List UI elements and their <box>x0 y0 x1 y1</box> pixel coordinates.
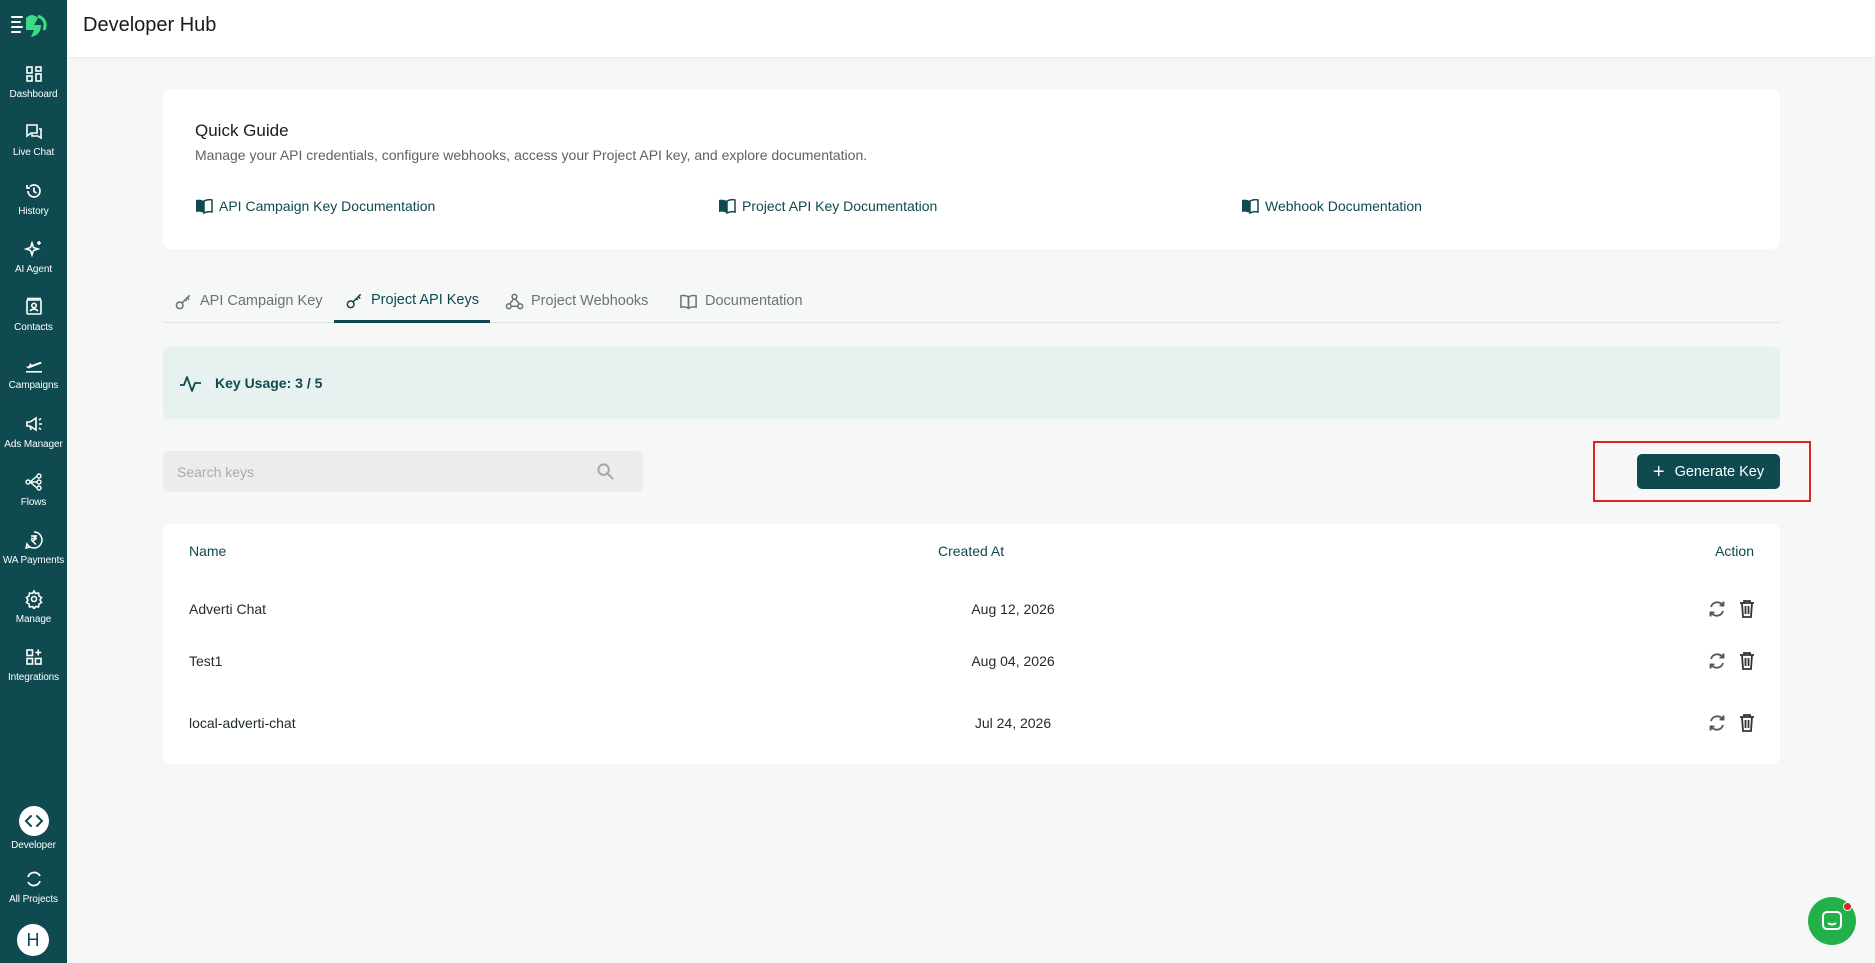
sidebar-item-ads-manager[interactable]: Ads Manager <box>0 414 67 468</box>
sidebar-item-developer[interactable]: Developer <box>0 806 67 860</box>
flow-icon <box>24 473 42 491</box>
book-icon <box>719 198 736 214</box>
contacts-icon <box>25 297 42 315</box>
activity-icon <box>180 376 201 392</box>
top-bar: Developer Hub <box>67 0 1875 57</box>
book-icon <box>196 198 213 214</box>
sidebar-item-label: Manage <box>15 614 52 625</box>
link-label: Webhook Documentation <box>1265 198 1422 214</box>
key-name: Test1 <box>189 653 223 669</box>
notification-dot <box>1843 902 1852 911</box>
sidebar-item-contacts[interactable]: Contacts <box>0 297 67 351</box>
link-label: Project API Key Documentation <box>742 198 938 214</box>
tab-api-campaign-key[interactable]: API Campaign Key <box>163 280 334 322</box>
search-icon[interactable] <box>596 462 615 481</box>
regenerate-icon[interactable] <box>1706 598 1728 620</box>
book-icon <box>1242 198 1259 214</box>
tab-project-api-keys[interactable]: Project API Keys <box>334 280 490 323</box>
trash-icon[interactable] <box>1736 650 1758 672</box>
sparkle-icon <box>23 240 41 258</box>
webhook-doc-link[interactable]: Webhook Documentation <box>1241 198 1422 214</box>
regenerate-icon[interactable] <box>1706 712 1728 734</box>
sidebar-item-label: Dashboard <box>9 89 58 100</box>
sidebar-item-label: Flows <box>20 497 47 508</box>
sidebar-item-flows[interactable]: Flows <box>0 472 67 526</box>
sidebar-item-label: All Projects <box>9 894 58 905</box>
sidebar-item-ai-agent[interactable]: AI Agent <box>0 239 67 293</box>
table-row: Test1 Aug 04, 2026 <box>163 630 1780 692</box>
plane-icon <box>25 362 42 373</box>
key-usage-label: Key Usage: 3 / 5 <box>215 375 323 391</box>
column-header-created-at: Created At <box>938 543 1005 559</box>
rupee-icon <box>24 531 43 550</box>
sidebar-item-all-projects[interactable]: All Projects <box>0 869 67 923</box>
refresh-icon <box>26 871 41 887</box>
tab-bar: API Campaign Key Project API Keys Projec… <box>163 280 1780 323</box>
dashboard-icon <box>25 66 42 82</box>
tab-documentation[interactable]: Documentation <box>668 280 814 322</box>
key-created-at: Jul 24, 2026 <box>974 715 1052 731</box>
sidebar-item-label: Developer <box>11 840 56 851</box>
chat-bubble-icon <box>1822 911 1842 930</box>
tab-label: API Campaign Key <box>200 293 323 309</box>
page-title: Developer Hub <box>83 14 217 36</box>
plus-icon: + <box>1652 460 1665 483</box>
integrations-icon <box>25 649 42 665</box>
generate-key-label: Generate Key <box>1674 463 1765 480</box>
support-chat-button[interactable] <box>1808 897 1856 945</box>
search-input[interactable] <box>163 451 643 492</box>
table-row: local-adverti-chat Jul 24, 2026 <box>163 692 1780 754</box>
sidebar-item-label: History <box>18 206 49 217</box>
quick-guide-title: Quick Guide <box>195 121 289 140</box>
gear-icon <box>24 589 43 609</box>
key-usage-banner: Key Usage: 3 / 5 <box>163 347 1780 419</box>
tab-label: Documentation <box>705 293 803 309</box>
project-api-key-doc-link[interactable]: Project API Key Documentation <box>718 198 937 214</box>
sidebar-item-label: AI Agent <box>14 264 52 275</box>
megaphone-icon <box>25 416 42 432</box>
search-box <box>163 451 643 492</box>
column-header-name: Name <box>189 543 227 559</box>
regenerate-icon[interactable] <box>1706 650 1728 672</box>
sidebar-item-live-chat[interactable]: Live Chat <box>0 122 67 176</box>
key-name: local-adverti-chat <box>189 715 296 731</box>
generate-key-button[interactable]: + Generate Key <box>1637 454 1780 489</box>
app-logo[interactable] <box>10 10 54 40</box>
key-icon <box>346 293 362 308</box>
history-icon <box>25 184 41 198</box>
quick-guide-description: Manage your API credentials, configure w… <box>195 147 868 163</box>
key-created-at: Aug 04, 2026 <box>971 653 1055 669</box>
webhook-icon <box>505 293 524 309</box>
sidebar-item-dashboard[interactable]: Dashboard <box>0 64 67 118</box>
column-header-action: Action <box>1715 543 1754 559</box>
avatar[interactable]: H <box>17 924 49 956</box>
open-book-icon <box>680 294 697 309</box>
trash-icon[interactable] <box>1736 712 1758 734</box>
sidebar-item-label: Ads Manager <box>4 439 63 450</box>
sidebar-item-campaigns[interactable]: Campaigns <box>0 355 67 409</box>
sidebar-item-label: Live Chat <box>12 147 55 158</box>
sidebar-item-wa-payments[interactable]: WA Payments <box>0 530 67 584</box>
key-icon <box>175 294 191 309</box>
api-keys-table: Name Created At Action Adverti Chat Aug … <box>163 524 1780 764</box>
tab-label: Project Webhooks <box>531 293 649 309</box>
sidebar-item-integrations[interactable]: Integrations <box>0 647 67 701</box>
sidebar-item-label: WA Payments <box>2 555 65 566</box>
code-icon <box>18 806 49 836</box>
tab-project-webhooks[interactable]: Project Webhooks <box>494 280 659 322</box>
sidebar-item-manage[interactable]: Manage <box>0 589 67 643</box>
quick-guide-card: Quick Guide Manage your API credentials,… <box>163 89 1780 249</box>
link-label: API Campaign Key Documentation <box>219 198 436 214</box>
tab-label: Project API Keys <box>371 292 479 308</box>
trash-icon[interactable] <box>1736 598 1758 620</box>
chat-icon <box>25 124 42 140</box>
sidebar-item-history[interactable]: History <box>0 181 67 235</box>
sidebar-item-label: Integrations <box>7 672 60 683</box>
sidebar-item-label: Contacts <box>14 322 53 333</box>
sidebar: Dashboard Live Chat History AI Agent Con… <box>0 0 67 963</box>
sidebar-item-label: Campaigns <box>8 380 59 391</box>
api-campaign-key-doc-link[interactable]: API Campaign Key Documentation <box>195 198 435 214</box>
